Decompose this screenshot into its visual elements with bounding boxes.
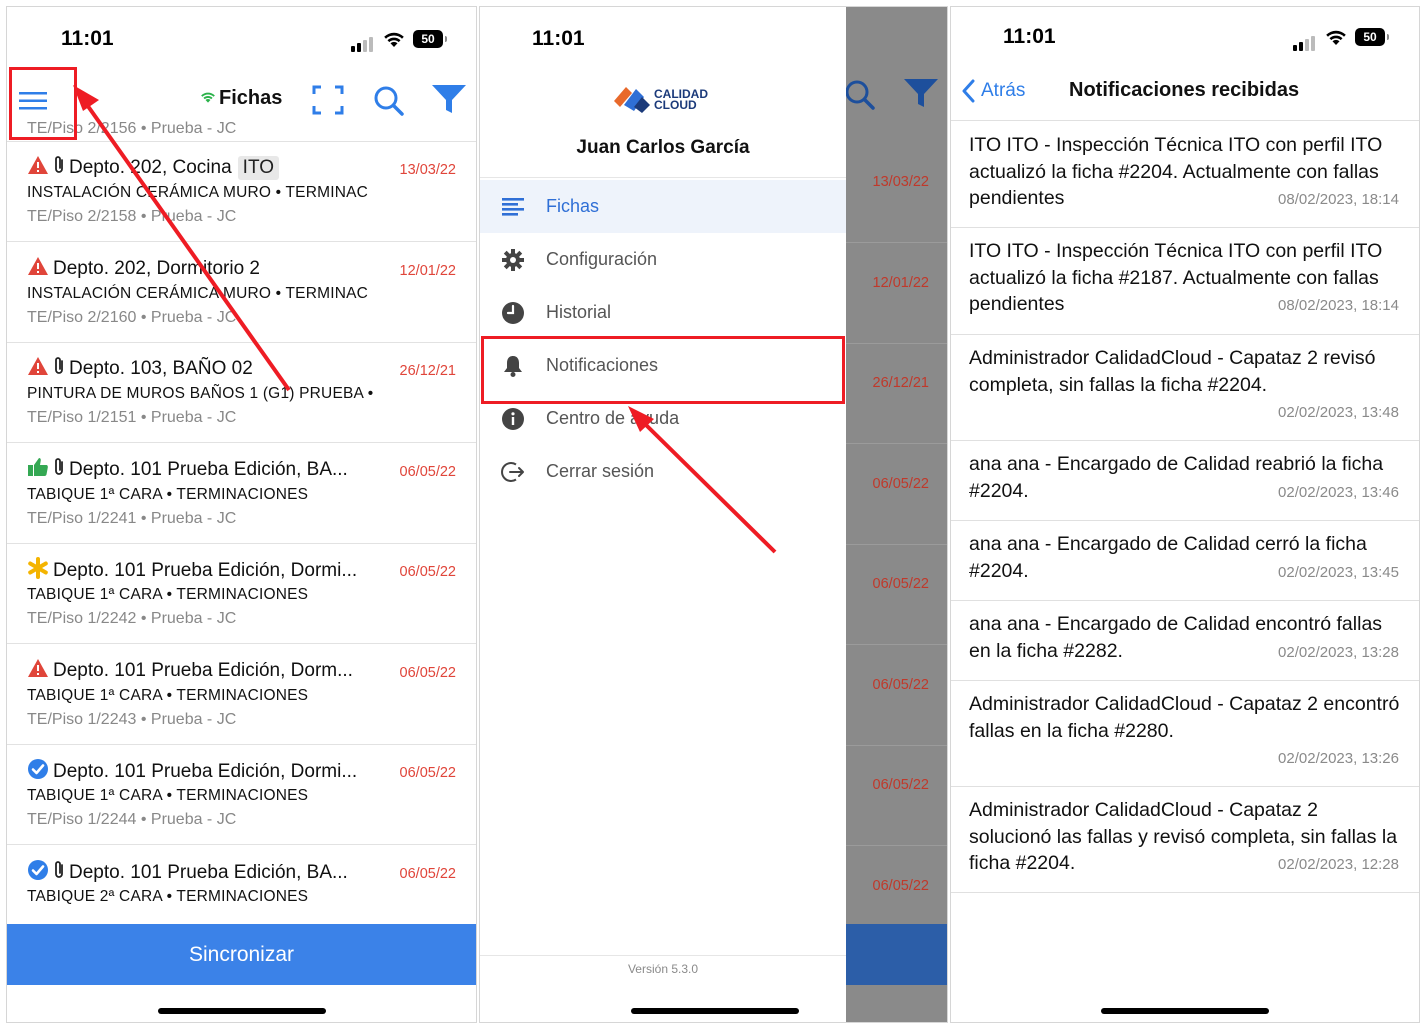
notifications-header: Atrás Notificaciones recibidas (951, 67, 1419, 121)
notification-date: 02/02/2023, 12:28 (1278, 856, 1399, 873)
signal-icon (1293, 33, 1317, 51)
status-time: 11:01 (1003, 25, 1056, 48)
page-title: Notificaciones recibidas (1069, 79, 1300, 101)
fichas-screen: 11:01 50 Fichas TE/Piso 2/2156 • Prueba … (6, 6, 477, 1023)
notification-date: 02/02/2023, 13:46 (1278, 483, 1399, 501)
notification-item[interactable]: ana ana - Encargado de Calidad reabrió l… (951, 441, 1419, 521)
notification-item[interactable]: ITO ITO - Inspección Técnica ITO con per… (951, 228, 1419, 335)
notification-date: 02/02/2023, 13:28 (1278, 643, 1399, 661)
notification-date: 08/02/2023, 18:14 (1278, 297, 1399, 314)
notification-item[interactable]: ana ana - Encargado de Calidad encontró … (951, 601, 1419, 681)
drawer-screen: 13/03/22 12/01/22 26/12/21 06/05/22 06/05/22… (479, 6, 948, 1023)
annotation-arrow (628, 406, 777, 554)
notification-text: Administrador CalidadCloud - Capataz 2 r… (969, 347, 1376, 396)
notification-text: Administrador CalidadCloud - Capataz 2 e… (969, 693, 1400, 742)
wifi-icon (1326, 30, 1346, 45)
notification-date: 02/02/2023, 13:45 (1278, 563, 1399, 581)
back-label: Atrás (981, 80, 1026, 101)
back-button[interactable]: Atrás (961, 79, 1025, 103)
notification-date: 02/02/2023, 13:48 (1278, 404, 1399, 421)
notification-date: 08/02/2023, 18:14 (1278, 191, 1399, 208)
notification-item[interactable]: ITO ITO - Inspección Técnica ITO con per… (951, 122, 1419, 228)
annotation-arrow (73, 85, 291, 392)
chevron-left-icon (962, 79, 975, 103)
notification-item[interactable]: Administrador CalidadCloud - Capataz 2 s… (951, 787, 1419, 893)
notifications-screen: 11:01 50 Atrás Notificaciones recibidas … (950, 6, 1420, 1023)
notification-date: 02/02/2023, 13:26 (1278, 750, 1399, 767)
notification-item[interactable]: Administrador CalidadCloud - Capataz 2 r… (951, 335, 1419, 441)
status-bar: 11:01 50 (951, 7, 1419, 67)
home-indicator (1101, 1008, 1269, 1014)
notification-item[interactable]: Administrador CalidadCloud - Capataz 2 e… (951, 681, 1419, 787)
battery-icon: 50 (1355, 28, 1389, 46)
notification-item[interactable]: ana ana - Encargado de Calidad cerró la … (951, 521, 1419, 601)
